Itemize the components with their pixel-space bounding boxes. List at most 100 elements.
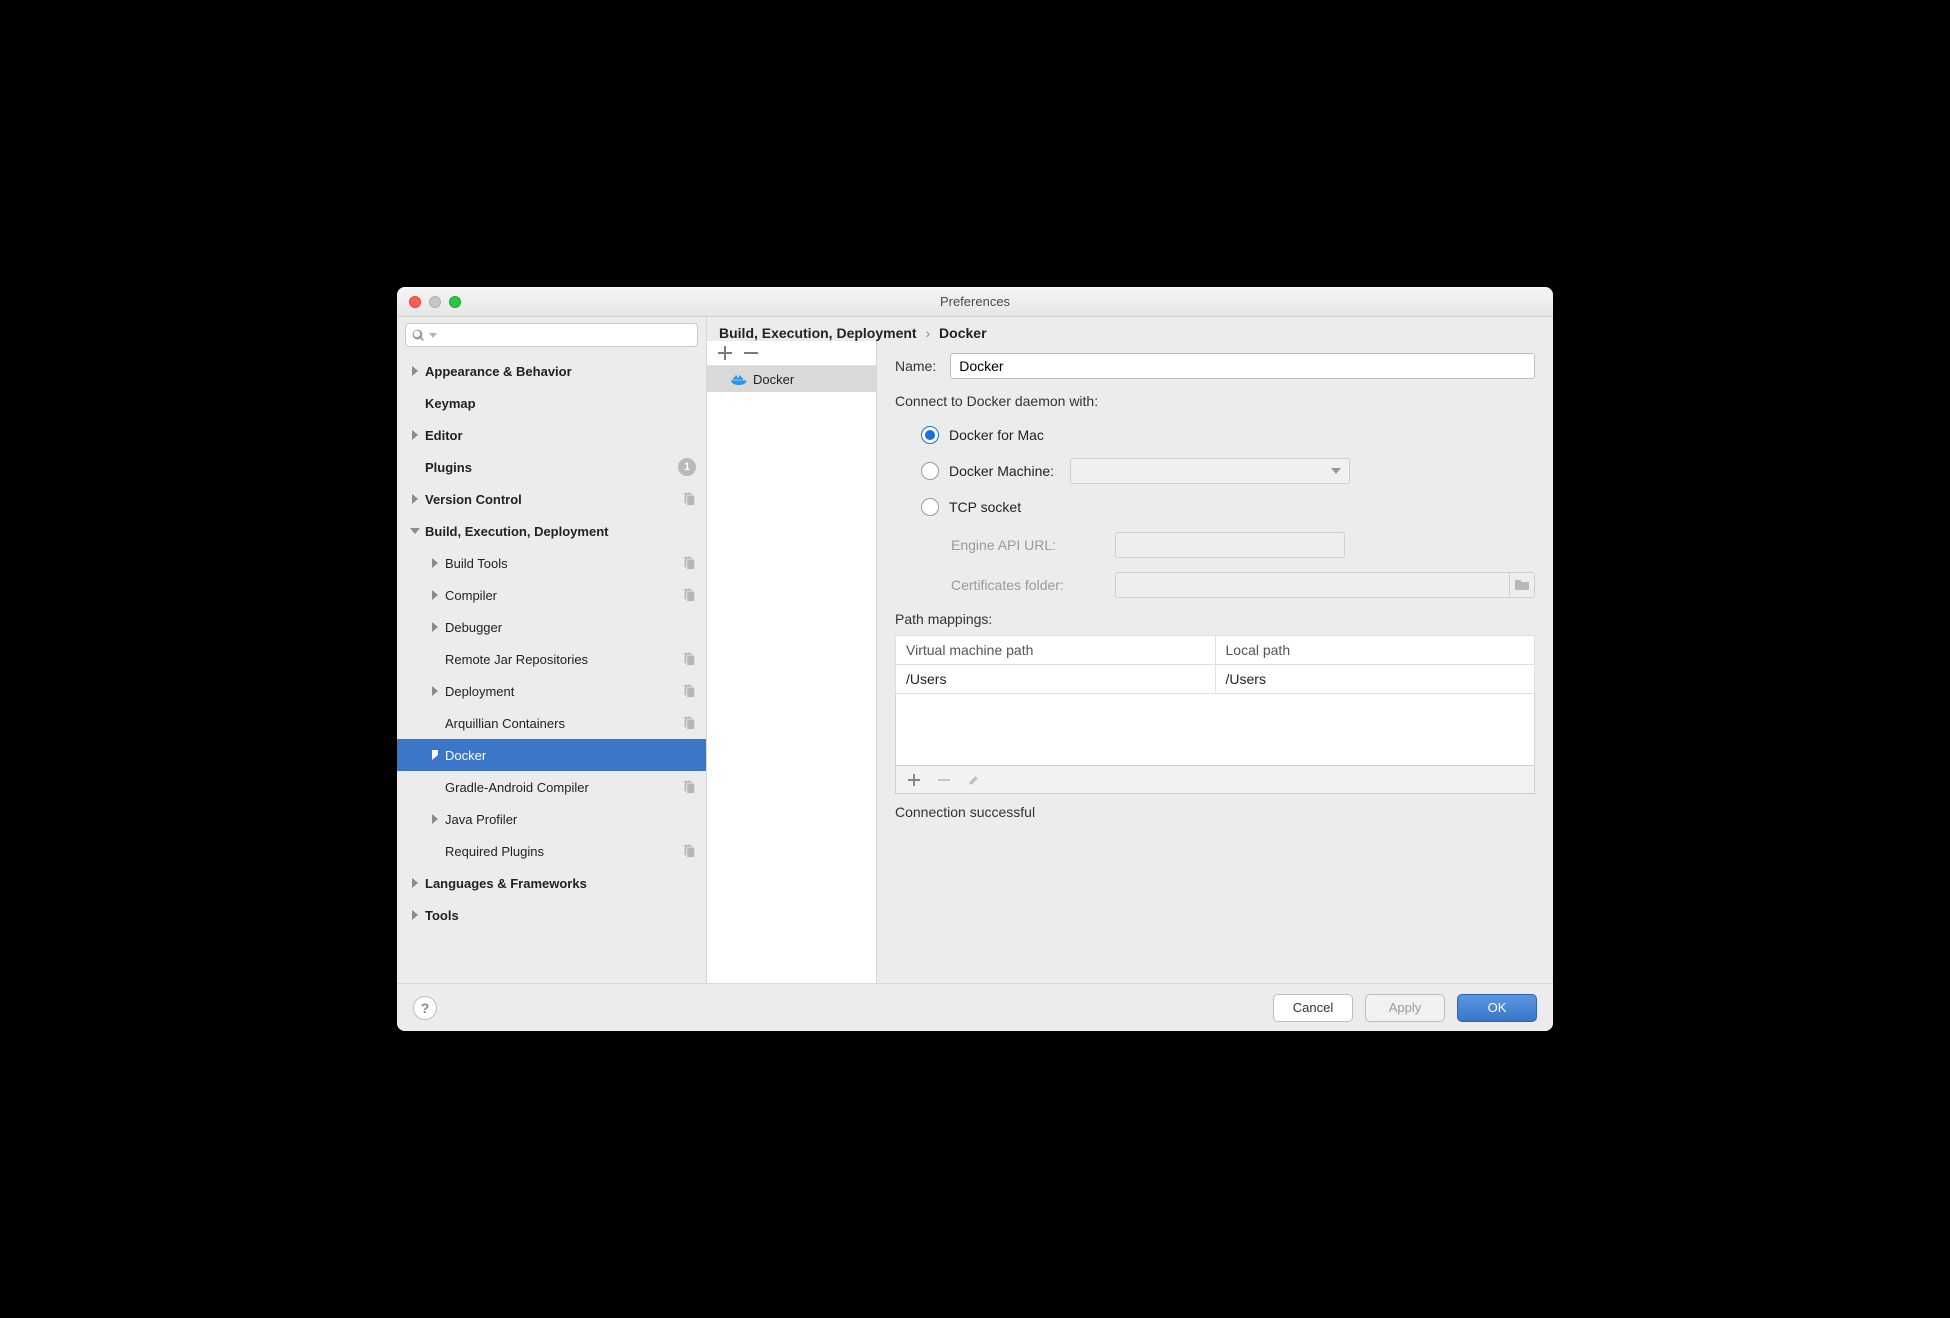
server-item-docker[interactable]: Docker [707, 366, 876, 392]
tree-item-label: Debugger [445, 620, 696, 635]
tree-item-build-tools[interactable]: Build Tools [397, 547, 706, 579]
tree-item-docker[interactable]: Docker [397, 739, 706, 771]
per-project-icon [682, 556, 696, 570]
name-label: Name: [895, 358, 936, 374]
engine-url-label: Engine API URL: [951, 537, 1101, 553]
spacer-icon [429, 717, 441, 729]
chevron-right-icon [429, 685, 441, 697]
breadcrumb-separator-icon: › [920, 325, 935, 341]
remove-server-button[interactable] [743, 345, 759, 361]
body: Appearance & Behavior Keymap Editor Plugins… [397, 317, 1553, 983]
tree-item-build-execution-deployment[interactable]: Build, Execution, Deployment [397, 515, 706, 547]
add-mapping-button[interactable] [906, 772, 922, 788]
radio-docker-machine[interactable]: Docker Machine: [921, 453, 1535, 489]
connect-label: Connect to Docker daemon with: [895, 393, 1535, 409]
search-history-icon[interactable] [429, 333, 437, 338]
tree-item-tools[interactable]: Tools [397, 899, 706, 931]
server-item-label: Docker [753, 372, 794, 387]
tree-item-label: Remote Jar Repositories [445, 652, 676, 667]
docker-icon [731, 372, 747, 386]
certs-folder-input[interactable] [1115, 572, 1510, 598]
radio-tcp-socket[interactable]: TCP socket [921, 489, 1535, 525]
chevron-right-icon [429, 749, 441, 761]
tree-item-gradle-android-compiler[interactable]: Gradle-Android Compiler [397, 771, 706, 803]
cancel-button[interactable]: Cancel [1273, 994, 1353, 1022]
chevron-right-icon [429, 589, 441, 601]
name-input[interactable] [950, 353, 1535, 379]
servers-list[interactable]: Docker [707, 366, 876, 983]
ok-button[interactable]: OK [1457, 994, 1537, 1022]
path-mappings-empty-area[interactable] [895, 694, 1535, 766]
docker-machine-combo[interactable] [1070, 458, 1350, 484]
tree-item-keymap[interactable]: Keymap [397, 387, 706, 419]
tree-item-arquillian-containers[interactable]: Arquillian Containers [397, 707, 706, 739]
spacer-icon [429, 653, 441, 665]
settings-tree[interactable]: Appearance & Behavior Keymap Editor Plugins… [397, 353, 706, 983]
browse-folder-button[interactable] [1509, 572, 1535, 598]
tree-item-compiler[interactable]: Compiler [397, 579, 706, 611]
edit-mapping-button[interactable] [966, 772, 982, 788]
per-project-icon [682, 652, 696, 666]
search-input-wrap[interactable] [405, 323, 698, 347]
search-input[interactable] [441, 328, 691, 343]
spacer-icon [429, 845, 441, 857]
footer: ? Cancel Apply OK [397, 983, 1553, 1031]
radio-docker-for-mac[interactable]: Docker for Mac [921, 417, 1535, 453]
sidebar: Appearance & Behavior Keymap Editor Plugins… [397, 317, 707, 983]
chevron-right-icon [429, 621, 441, 633]
spacer-icon [409, 397, 421, 409]
tree-item-java-profiler[interactable]: Java Profiler [397, 803, 706, 835]
tree-item-label: Plugins [425, 460, 672, 475]
chevron-right-icon [409, 909, 421, 921]
help-button[interactable]: ? [413, 996, 437, 1020]
radio-icon [921, 498, 939, 516]
tree-item-editor[interactable]: Editor [397, 419, 706, 451]
per-project-icon [682, 588, 696, 602]
tree-item-remote-jar-repositories[interactable]: Remote Jar Repositories [397, 643, 706, 675]
details-panel: Name: Connect to Docker daemon with: Doc… [877, 341, 1553, 983]
tree-item-label: Docker [445, 748, 696, 763]
apply-button[interactable]: Apply [1365, 994, 1445, 1022]
path-mappings-label: Path mappings: [895, 611, 1535, 627]
radio-icon [921, 426, 939, 444]
remove-mapping-button[interactable] [936, 772, 952, 788]
breadcrumb-parent[interactable]: Build, Execution, Deployment [719, 325, 917, 341]
chevron-right-icon [429, 557, 441, 569]
table-row[interactable]: /Users/Users [896, 665, 1535, 694]
col-local-path[interactable]: Local path [1215, 636, 1535, 665]
chevron-right-icon [409, 429, 421, 441]
spacer-icon [409, 461, 421, 473]
folder-icon [1514, 578, 1530, 592]
tree-item-debugger[interactable]: Debugger [397, 611, 706, 643]
tree-item-version-control[interactable]: Version Control [397, 483, 706, 515]
cell-vm-path[interactable]: /Users [896, 665, 1216, 694]
connection-status: Connection successful [895, 804, 1535, 820]
tree-item-label: Appearance & Behavior [425, 364, 696, 379]
tree-item-label: Compiler [445, 588, 676, 603]
per-project-icon [682, 844, 696, 858]
tree-item-label: Editor [425, 428, 696, 443]
add-server-button[interactable] [717, 345, 733, 361]
tree-item-required-plugins[interactable]: Required Plugins [397, 835, 706, 867]
tree-item-deployment[interactable]: Deployment [397, 675, 706, 707]
tree-item-appearance-behavior[interactable]: Appearance & Behavior [397, 355, 706, 387]
servers-toolbar [707, 341, 876, 366]
tree-item-label: Tools [425, 908, 696, 923]
tree-item-languages-frameworks[interactable]: Languages & Frameworks [397, 867, 706, 899]
tree-item-label: Required Plugins [445, 844, 676, 859]
breadcrumb: Build, Execution, Deployment › Docker [707, 317, 1553, 341]
engine-url-input[interactable] [1115, 532, 1345, 558]
tree-item-plugins[interactable]: Plugins1 [397, 451, 706, 483]
per-project-icon [682, 684, 696, 698]
servers-panel: Docker [707, 341, 877, 983]
path-mappings-table[interactable]: Virtual machine path Local path /Users/U… [895, 635, 1535, 694]
tree-item-label: Version Control [425, 492, 676, 507]
cell-local-path[interactable]: /Users [1215, 665, 1535, 694]
chevron-down-icon [1331, 468, 1341, 474]
per-project-icon [682, 716, 696, 730]
certs-folder-label: Certificates folder: [951, 577, 1101, 593]
tree-item-label: Build Tools [445, 556, 676, 571]
col-vm-path[interactable]: Virtual machine path [896, 636, 1216, 665]
chevron-down-icon [409, 525, 421, 537]
chevron-right-icon [429, 813, 441, 825]
